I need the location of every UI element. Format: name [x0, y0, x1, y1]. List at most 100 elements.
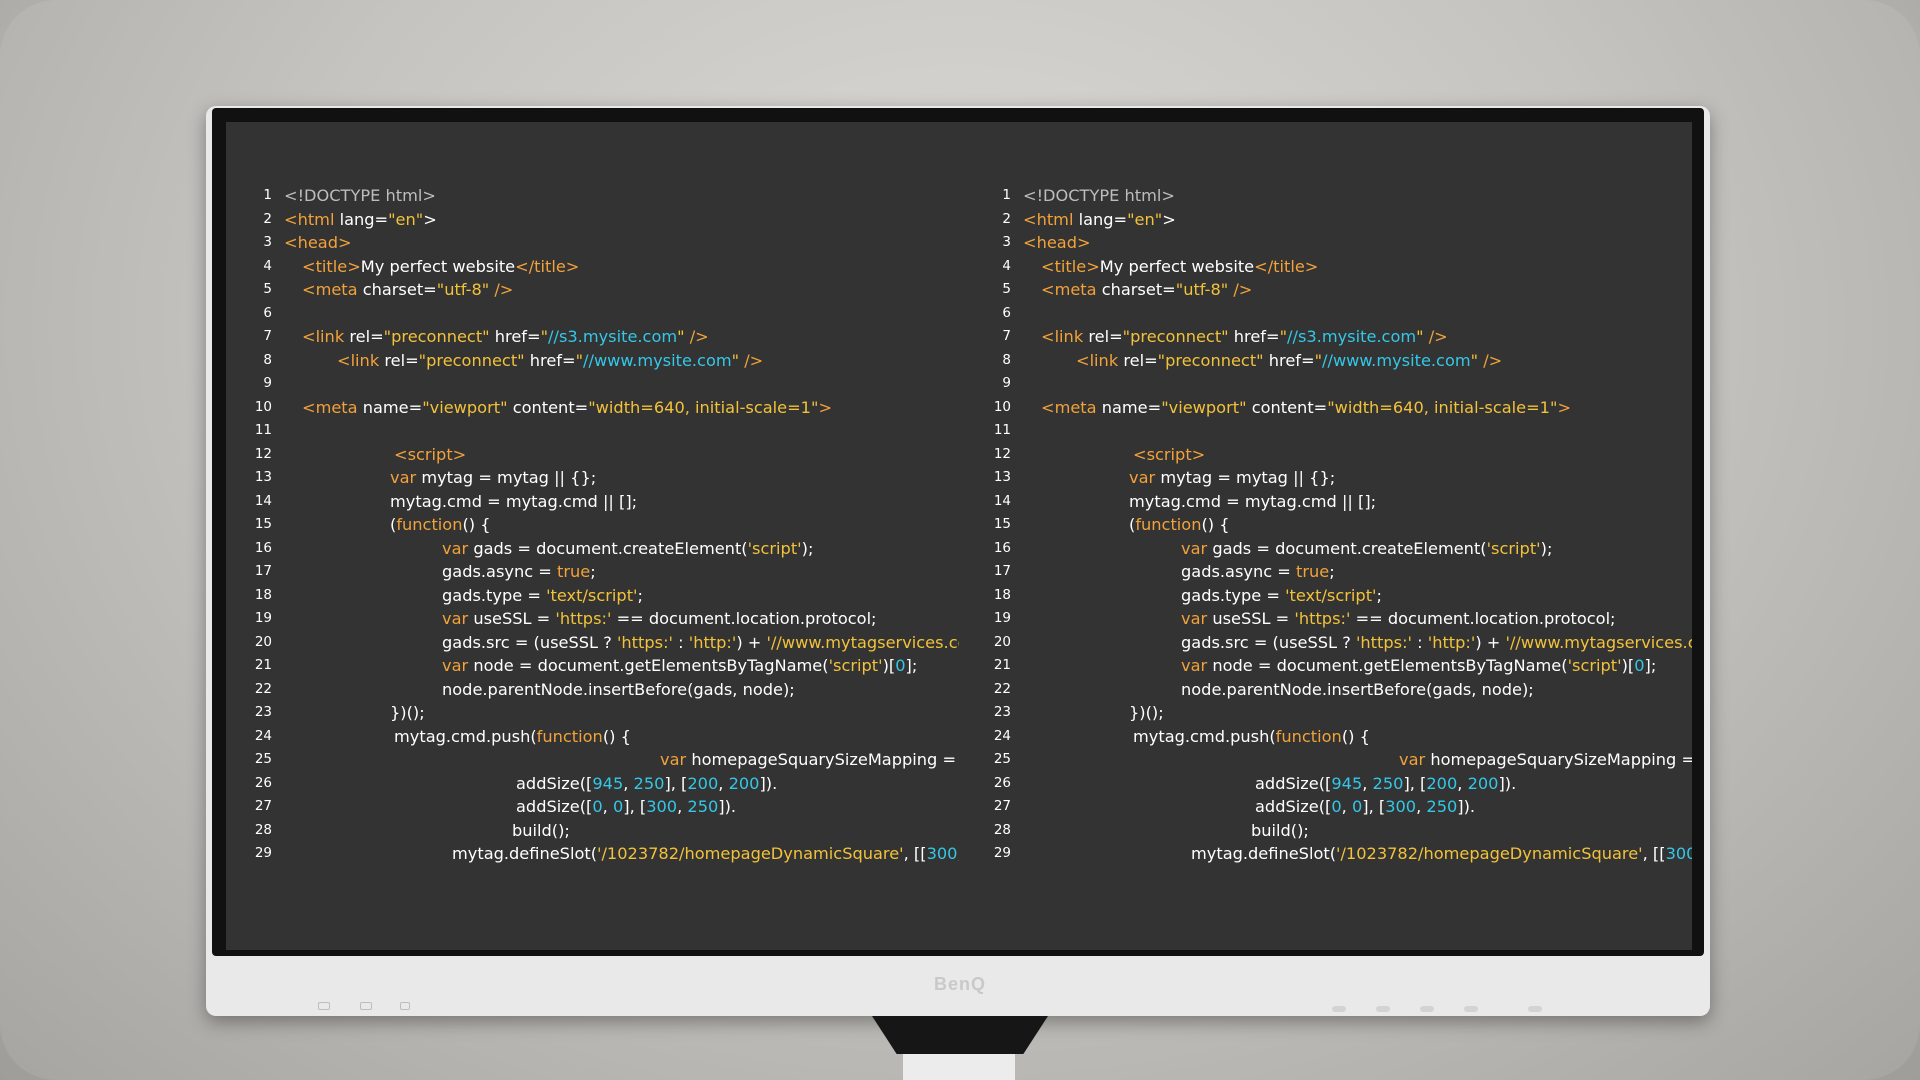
code-text: <html lang="en"> [284, 208, 437, 232]
code-token: 300 [1385, 797, 1417, 816]
code-token: addSize([ [1255, 773, 1332, 793]
code-text: var gads = document.createElement('scrip… [442, 537, 813, 561]
code-token: <link [337, 350, 385, 370]
code-token: , [718, 773, 729, 793]
code-text: mytag.cmd.push(function() { [1133, 725, 1370, 749]
line-number: 1 [1002, 187, 1011, 203]
code-text: <title>My perfect website</title> [1041, 255, 1318, 279]
code-token: mytag = mytag || {}; [1160, 468, 1336, 487]
code-token: var [442, 538, 474, 558]
code-token: My perfect website [360, 256, 516, 276]
line-number: 18 [993, 586, 1011, 603]
line-number: 19 [993, 610, 1011, 626]
line-number: 8 [1002, 351, 1011, 368]
code-text: <head> [284, 231, 352, 255]
code-token: <script> [1133, 444, 1206, 464]
code-text: <meta name="viewport" content="width=640… [1041, 396, 1571, 420]
monitor-button-mode[interactable] [1332, 1006, 1346, 1012]
code-token: <script> [394, 444, 467, 464]
line-number: 6 [263, 304, 272, 321]
code-token: useSSL = [473, 609, 556, 628]
line-number: 8 [263, 351, 272, 368]
code-token: href= [1263, 350, 1315, 370]
code-token: " [1470, 350, 1479, 370]
code-token: gads.type = [442, 585, 547, 605]
code-token: 250 [1426, 797, 1458, 816]
code-token: "utf-8" [1175, 280, 1229, 299]
code-token: ], [ [1362, 797, 1386, 816]
code-token: <link [1041, 327, 1089, 346]
code-token: 0 [1351, 797, 1363, 816]
code-token: ], [ [664, 773, 688, 793]
code-text: <head> [1023, 231, 1091, 255]
code-token: > [818, 397, 833, 417]
code-token: 'text/script' [546, 585, 638, 605]
code-text: var useSSL = 'https:' == document.locati… [442, 607, 877, 631]
code-token: > [1162, 209, 1176, 229]
code-text: (function() { [1129, 513, 1230, 537]
code-token: , [1416, 797, 1427, 816]
code-token: mytag.defineSlot( [1191, 844, 1337, 863]
monitor-button-menu[interactable] [1376, 1006, 1390, 1012]
code-token: , [677, 797, 688, 816]
line-number: 23 [993, 704, 1011, 720]
code-token: ]; [1644, 656, 1657, 675]
code-token: == document.location.protocol; [611, 609, 877, 628]
code-token: function [1275, 726, 1342, 746]
code-token: 'script' [747, 538, 802, 558]
code-token: /> [489, 280, 514, 299]
code-token: /> [739, 350, 764, 370]
code-editor-pane-left[interactable]: 1 <!DOCTYPE html> 2 <html lang="en"> 3 <head>… [226, 184, 959, 874]
line-number: 20 [993, 633, 1011, 650]
code-text: <link rel="preconnect" href="//www.mysit… [1076, 349, 1502, 373]
monitor-power-button[interactable] [1528, 1006, 1542, 1012]
desk-background: 1 <!DOCTYPE html> 2 <html lang="en"> 3 <head>… [0, 0, 1920, 1080]
code-token: ]; [905, 656, 918, 675]
code-text: node.parentNode.insertBefore(gads, node)… [1181, 678, 1534, 702]
code-token: ], [ [1403, 773, 1427, 793]
line-number: 7 [263, 328, 272, 344]
code-token: <link [302, 327, 350, 346]
code-text: (function() { [390, 513, 491, 537]
code-token: mytag.cmd.push( [394, 726, 537, 746]
code-token: ]). [759, 773, 778, 793]
monitor-screen: 1 <!DOCTYPE html> 2 <html lang="en"> 3 <head>… [226, 122, 1692, 950]
code-editor-pane-right[interactable]: 1 <!DOCTYPE html> 2 <html lang="en"> 3 <head>… [965, 184, 1692, 874]
code-text: <script> [1133, 443, 1205, 467]
code-text: var node = document.getElementsByTagName… [442, 654, 917, 678]
code-token: var [1181, 609, 1213, 628]
code-token: "en" [388, 209, 424, 229]
code-token: 'https:' [616, 632, 673, 652]
code-text: gads.async = true; [442, 560, 596, 584]
code-token: ; [590, 562, 596, 581]
line-number: 1 [263, 187, 272, 203]
code-token: <title> [1041, 256, 1100, 276]
line-number: 14 [993, 492, 1011, 509]
line-number: 11 [254, 422, 272, 438]
code-token: 200 [1426, 773, 1458, 793]
code-text: var homepageSquarySizeMapping = mytag.si… [660, 748, 959, 772]
code-token: var [442, 656, 474, 675]
code-token: , [1341, 797, 1352, 816]
code-token: //www.mysite.com [1322, 350, 1471, 370]
monitor-button-input[interactable] [1420, 1006, 1434, 1012]
line-number: 2 [263, 210, 272, 227]
code-token: lang= [339, 209, 389, 229]
line-number: 21 [254, 657, 272, 673]
line-number: 10 [254, 398, 272, 415]
code-token: var [442, 609, 474, 628]
code-token: charset= [1101, 280, 1176, 299]
code-token: 300 [926, 844, 958, 863]
code-text: var mytag = mytag || {}; [390, 466, 596, 490]
code-token: var [660, 750, 692, 769]
code-text: <title>My perfect website</title> [302, 255, 579, 279]
code-text: <link rel="preconnect" href="//s3.mysite… [302, 325, 709, 349]
code-text: })(); [390, 701, 425, 725]
code-token: > [423, 209, 437, 229]
code-token: 250 [687, 797, 719, 816]
code-token: '//www.mytagservices.com/tag/js/gpt.js' [766, 632, 959, 652]
code-token: " [540, 327, 549, 346]
monitor-button-brightness[interactable] [1464, 1006, 1478, 1012]
code-token: gads.async = [1181, 562, 1296, 581]
code-token: "width=640, initial-scale=1" [1327, 397, 1558, 417]
